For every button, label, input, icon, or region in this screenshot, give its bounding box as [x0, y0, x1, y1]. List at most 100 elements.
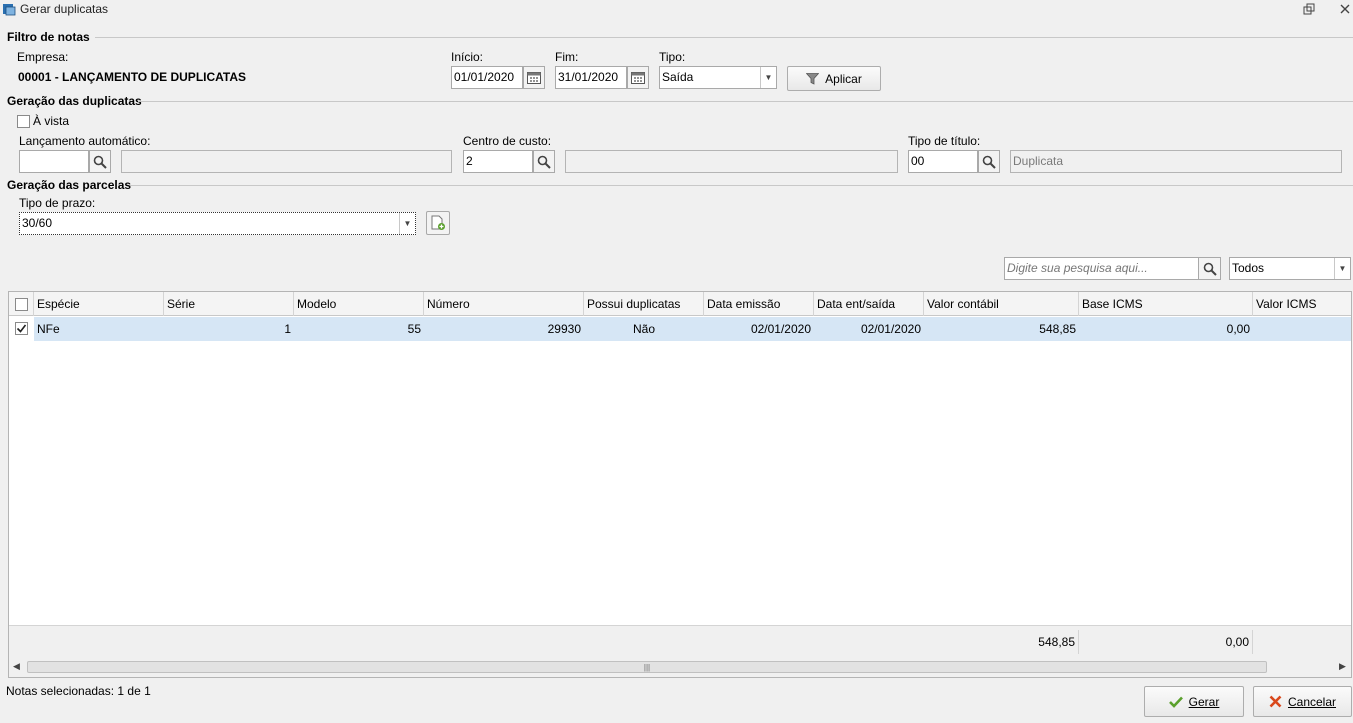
- tipo-prazo-label: Tipo de prazo:: [19, 196, 96, 210]
- table-row[interactable]: NFe 1 55 29930 Não 02/01/2020 02/01/2020…: [34, 317, 1351, 341]
- filtro-section-title: Filtro de notas: [7, 30, 90, 44]
- chevron-down-icon: ▼: [1334, 258, 1350, 279]
- column-header[interactable]: Valor contábil: [924, 292, 1079, 316]
- column-header[interactable]: Número: [424, 292, 584, 316]
- cell-valor-icms: [1253, 317, 1351, 341]
- scroll-right-icon[interactable]: ▶: [1339, 661, 1346, 672]
- add-document-icon: [431, 215, 445, 230]
- cancelar-label: Cancelar: [1287, 694, 1337, 709]
- tipo-titulo-label: Tipo de título:: [908, 134, 981, 148]
- search-icon: [982, 155, 996, 169]
- aplicar-button[interactable]: Aplicar: [787, 66, 881, 91]
- lancamento-search-button[interactable]: [89, 150, 111, 173]
- search-icon: [537, 155, 551, 169]
- tipo-prazo-select[interactable]: 30/60 ▼: [19, 212, 416, 235]
- duplicatas-section-title: Geração das duplicatas: [7, 94, 142, 108]
- selected-status: Notas selecionadas: 1 de 1: [6, 684, 151, 698]
- cell-base-icms: 0,00: [1226, 322, 1250, 336]
- tipo-titulo-search-button[interactable]: [978, 150, 1000, 173]
- select-all-checkbox[interactable]: [15, 298, 28, 311]
- tipo-titulo-description: Duplicata: [1010, 150, 1342, 173]
- cancel-icon: [1269, 695, 1282, 708]
- a-vista-label: À vista: [33, 114, 70, 128]
- centro-description: [565, 150, 898, 173]
- tipo-titulo-input[interactable]: 00: [908, 150, 978, 173]
- column-header[interactable]: Série: [164, 292, 294, 316]
- search-input[interactable]: Digite sua pesquisa aqui...: [1004, 257, 1199, 280]
- lancamento-label: Lançamento automático:: [19, 134, 151, 148]
- inicio-label: Início:: [451, 50, 484, 64]
- filter-select-value: Todos: [1232, 261, 1265, 275]
- tipo-label: Tipo:: [659, 50, 686, 64]
- restore-icon: [1303, 3, 1315, 15]
- scrollbar-thumb[interactable]: |||: [27, 661, 1267, 673]
- horizontal-scrollbar[interactable]: ◀ ||| ▶: [9, 657, 1351, 677]
- window-title: Gerar duplicatas: [20, 2, 109, 16]
- search-icon: [93, 155, 107, 169]
- column-header[interactable]: Modelo: [294, 292, 424, 316]
- a-vista-checkbox[interactable]: [17, 115, 30, 128]
- column-header[interactable]: Data ent/saída: [814, 292, 924, 316]
- grid-header: Espécie Série Modelo Número Possui dupli…: [9, 292, 1351, 316]
- centro-search-button[interactable]: [533, 150, 555, 173]
- total-valor-contabil: 548,85: [924, 630, 1079, 654]
- scroll-left-icon[interactable]: ◀: [13, 661, 20, 672]
- header-select-all: [9, 292, 34, 316]
- gerar-button[interactable]: Gerar: [1144, 686, 1244, 717]
- add-prazo-button[interactable]: [426, 211, 450, 235]
- search-button[interactable]: [1198, 257, 1221, 280]
- filter-select[interactable]: Todos ▼: [1229, 257, 1351, 280]
- close-button[interactable]: [1336, 1, 1353, 17]
- empresa-label: Empresa:: [17, 50, 69, 64]
- checkmark-icon: [16, 324, 27, 333]
- cell-possui-duplicatas: Não: [632, 322, 655, 336]
- restore-button[interactable]: [1300, 1, 1318, 17]
- duplicatas-divider: [138, 101, 1353, 102]
- column-header[interactable]: Possui duplicatas: [584, 292, 704, 316]
- filtro-divider: [95, 37, 1353, 38]
- centro-input[interactable]: 2: [463, 150, 533, 173]
- filter-icon: [806, 72, 820, 85]
- chevron-down-icon: ▼: [760, 67, 776, 88]
- parcelas-section-title: Geração das parcelas: [7, 178, 132, 192]
- inicio-calendar-button[interactable]: [523, 66, 545, 89]
- parcelas-divider: [130, 185, 1353, 186]
- close-icon: [1340, 4, 1350, 14]
- cell-numero: 29930: [547, 322, 581, 336]
- cell-data-ent-saida: 02/01/2020: [860, 322, 921, 336]
- lancamento-description: [121, 150, 452, 173]
- app-icon: [3, 4, 16, 16]
- column-header[interactable]: Base ICMS: [1079, 292, 1253, 316]
- column-header[interactable]: Data emissão: [704, 292, 814, 316]
- centro-label: Centro de custo:: [463, 134, 552, 148]
- chevron-down-icon: ▼: [399, 213, 415, 234]
- calendar-icon: [527, 72, 541, 84]
- column-header[interactable]: Espécie: [34, 292, 164, 316]
- fim-label: Fim:: [555, 50, 579, 64]
- cell-modelo: 55: [407, 322, 421, 336]
- aplicar-label: Aplicar: [825, 71, 862, 86]
- cancelar-button[interactable]: Cancelar: [1253, 686, 1352, 717]
- tipo-select-value: Saída: [662, 70, 694, 84]
- cell-especie: NFe: [37, 322, 60, 336]
- total-base-icms: 0,00: [1079, 630, 1253, 654]
- cell-serie: 1: [284, 322, 291, 336]
- fim-calendar-button[interactable]: [627, 66, 649, 89]
- tipo-select[interactable]: Saída ▼: [659, 66, 777, 89]
- gerar-label: Gerar: [1188, 694, 1220, 709]
- check-icon: [1168, 696, 1183, 708]
- grid-totals: 548,85 0,00: [9, 625, 1351, 657]
- inicio-date-input[interactable]: 01/01/2020: [451, 66, 523, 89]
- notas-grid: Espécie Série Modelo Número Possui dupli…: [8, 291, 1352, 678]
- tipo-prazo-value: 30/60: [22, 216, 53, 230]
- empresa-value: 00001 - LANÇAMENTO DE DUPLICATAS: [18, 70, 247, 84]
- cell-valor-contabil: 548,85: [1039, 322, 1076, 336]
- row-checkbox[interactable]: [15, 322, 28, 335]
- lancamento-input[interactable]: [19, 150, 89, 173]
- calendar-icon: [631, 72, 645, 84]
- title-bar: Gerar duplicatas: [0, 0, 1353, 20]
- cell-data-emissao: 02/01/2020: [750, 322, 811, 336]
- search-icon: [1203, 262, 1217, 276]
- column-header[interactable]: Valor ICMS: [1253, 292, 1351, 316]
- fim-date-input[interactable]: 31/01/2020: [555, 66, 627, 89]
